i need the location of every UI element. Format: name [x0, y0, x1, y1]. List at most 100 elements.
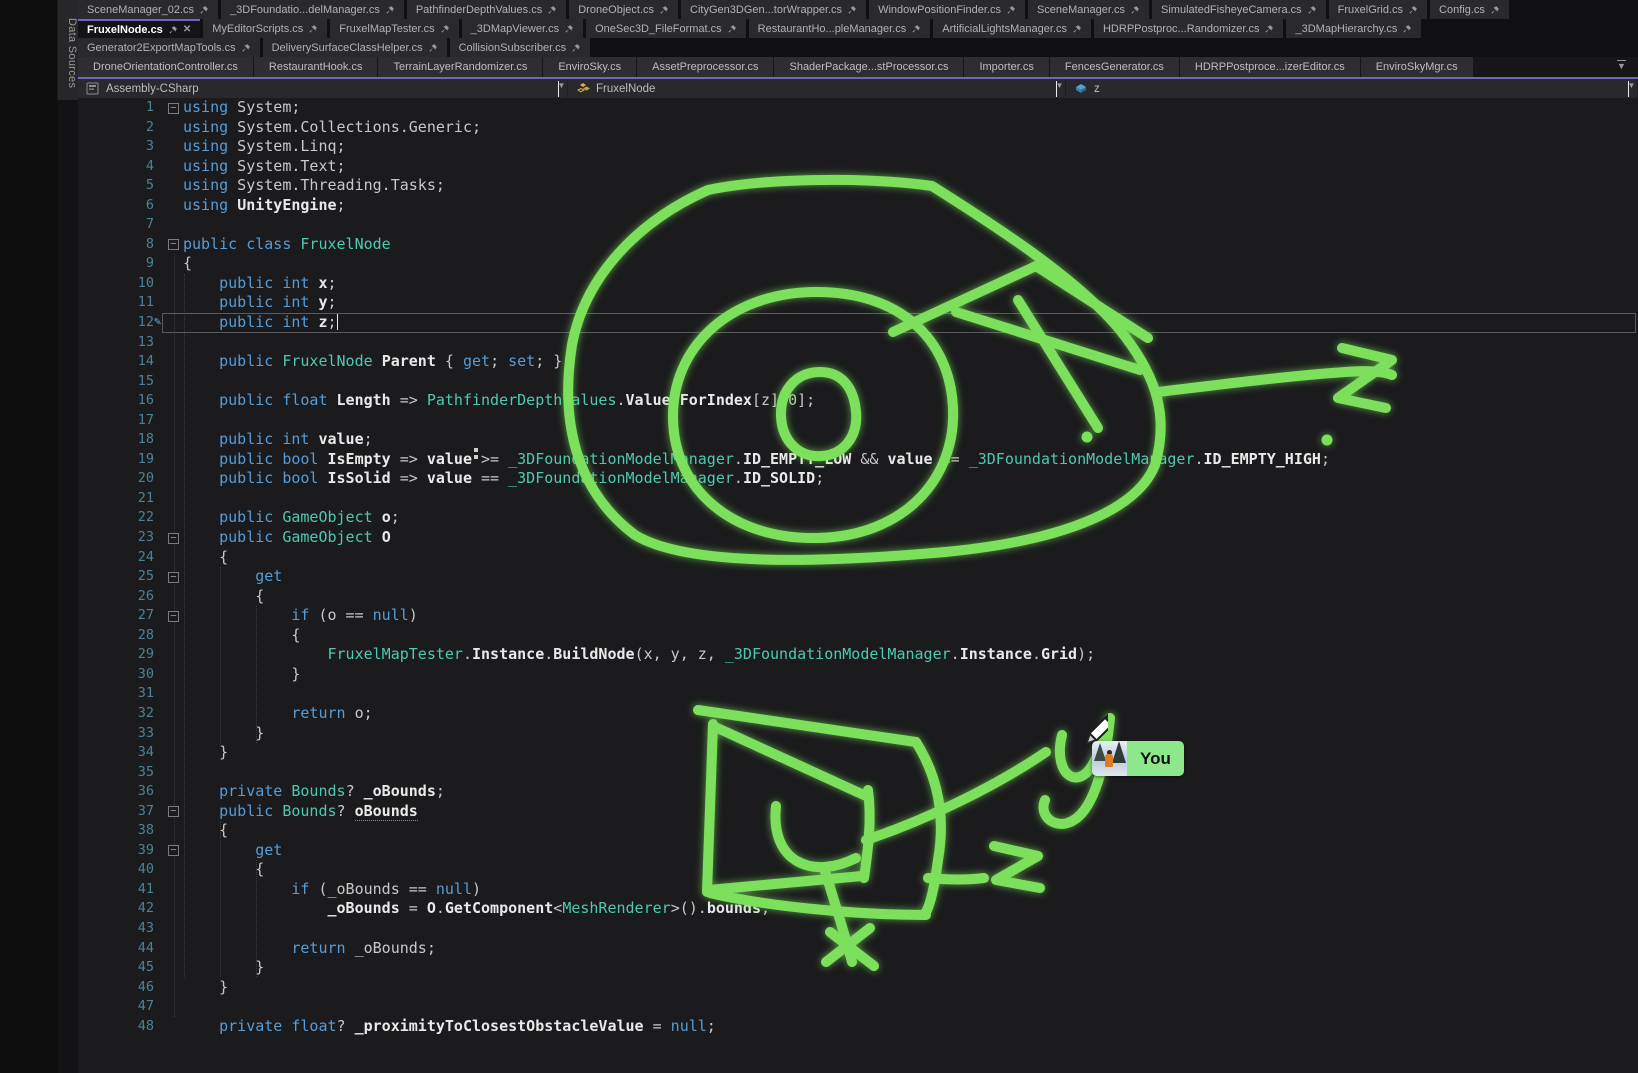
- code-line-21[interactable]: 21: [78, 489, 1638, 509]
- code-line-45[interactable]: 45 }: [78, 958, 1638, 978]
- code-line-46[interactable]: 46 }: [78, 978, 1638, 998]
- pin-icon[interactable]: [547, 5, 557, 15]
- fold-collapse-icon[interactable]: –: [168, 572, 179, 583]
- navbar-project-dropdown[interactable]: Assembly-CSharp ▼: [78, 79, 568, 98]
- tab-scenemanager-02-cs[interactable]: SceneManager_02.cs: [78, 0, 218, 19]
- tab-assetpreprocessor-cs[interactable]: AssetPreprocessor.cs: [637, 57, 773, 77]
- code-line-41[interactable]: 41 if (_oBounds == null): [78, 880, 1638, 900]
- tab-restauranthook-cs[interactable]: RestaurantHook.cs: [254, 57, 378, 77]
- code-line-32[interactable]: 32 return o;: [78, 704, 1638, 724]
- code-line-48[interactable]: 48 private float? _proximityToClosestObs…: [78, 1017, 1638, 1037]
- code-line-11[interactable]: 11 public int y;: [78, 293, 1638, 313]
- code-line-8[interactable]: 8–public class FruxelNode: [78, 235, 1638, 255]
- pin-icon[interactable]: [241, 43, 251, 53]
- code-line-44[interactable]: 44 return _oBounds;: [78, 939, 1638, 959]
- fold-collapse-icon[interactable]: –: [168, 845, 179, 856]
- code-line-18[interactable]: 18 public int value;: [78, 430, 1638, 450]
- tab-droneobject-cs[interactable]: DroneObject.cs: [569, 0, 678, 19]
- code-line-33[interactable]: 33 }: [78, 724, 1638, 744]
- tab--3dmapviewer-cs[interactable]: _3DMapViewer.cs: [462, 19, 583, 38]
- fold-collapse-icon[interactable]: –: [168, 239, 179, 250]
- pin-icon[interactable]: [385, 5, 395, 15]
- code-line-6[interactable]: 6using UnityEngine;: [78, 196, 1638, 216]
- tab-fruxelmaptester-cs[interactable]: FruxelMapTester.cs: [330, 19, 458, 38]
- tab-terrainlayerrandomizer-cs[interactable]: TerrainLayerRandomizer.cs: [378, 57, 542, 77]
- code-line-43[interactable]: 43: [78, 919, 1638, 939]
- tab-config-cs[interactable]: Config.cs: [1430, 0, 1509, 19]
- pin-icon[interactable]: [168, 25, 178, 35]
- pin-icon[interactable]: [564, 24, 574, 34]
- code-line-2[interactable]: 2using System.Collections.Generic;: [78, 118, 1638, 138]
- pin-icon[interactable]: [847, 5, 857, 15]
- pin-icon[interactable]: [440, 24, 450, 34]
- pin-icon[interactable]: [199, 5, 209, 15]
- tab-artificiallightsmanager-cs[interactable]: ArtificialLightsManager.cs: [933, 19, 1091, 38]
- code-line-22[interactable]: 22 public GameObject o;: [78, 508, 1638, 528]
- code-line-40[interactable]: 40 {: [78, 860, 1638, 880]
- tab-restaurantho-plemanager-cs[interactable]: RestaurantHo...pleManager.cs: [749, 19, 931, 38]
- code-line-15[interactable]: 15: [78, 372, 1638, 392]
- tab-hdrppostproce-izereditor-cs[interactable]: HDRPPostproce...izerEditor.cs: [1180, 57, 1360, 77]
- code-editor[interactable]: 1–using System;2using System.Collections…: [78, 98, 1638, 1073]
- navbar-type-dropdown[interactable]: FruxelNode ▼: [568, 79, 1066, 98]
- tab-shaderpackage-stprocessor-cs[interactable]: ShaderPackage...stProcessor.cs: [774, 57, 963, 77]
- tab-importer-cs[interactable]: Importer.cs: [964, 57, 1048, 77]
- tab-envirosky-cs[interactable]: EnviroSky.cs: [543, 57, 636, 77]
- tab-deliverysurfaceclasshelper-cs[interactable]: DeliverySurfaceClassHelper.cs: [263, 38, 447, 57]
- code-line-19[interactable]: 19 public bool IsEmpty => value >= _3DFo…: [78, 450, 1638, 470]
- tab-onesec3d-fileformat-cs[interactable]: OneSec3D_FileFormat.cs: [586, 19, 746, 38]
- tab-droneorientationcontroller-cs[interactable]: DroneOrientationController.cs: [78, 57, 253, 77]
- tab-scenemanager-cs[interactable]: SceneManager.cs: [1028, 0, 1149, 19]
- tab-fruxelnode-cs[interactable]: FruxelNode.cs✕: [78, 19, 200, 38]
- code-line-3[interactable]: 3using System.Linq;: [78, 137, 1638, 157]
- tab-generator2exportmaptools-cs[interactable]: Generator2ExportMapTools.cs: [78, 38, 260, 57]
- pin-icon[interactable]: [1006, 5, 1016, 15]
- code-line-25[interactable]: 25– get: [78, 567, 1638, 587]
- pin-icon[interactable]: [1490, 5, 1500, 15]
- tab-fencesgenerator-cs[interactable]: FencesGenerator.cs: [1050, 57, 1179, 77]
- close-icon[interactable]: ✕: [183, 24, 191, 35]
- pin-icon[interactable]: [659, 5, 669, 15]
- tab--3dfoundatio-delmanager-cs[interactable]: _3DFoundatio...delManager.cs: [221, 0, 404, 19]
- data-sources-panel-tab[interactable]: Data Sources: [57, 0, 78, 100]
- code-line-34[interactable]: 34 }: [78, 743, 1638, 763]
- code-line-38[interactable]: 38 {: [78, 821, 1638, 841]
- code-line-27[interactable]: 27– if (o == null): [78, 606, 1638, 626]
- code-line-24[interactable]: 24 {: [78, 548, 1638, 568]
- code-line-36[interactable]: 36 private Bounds? _oBounds;: [78, 782, 1638, 802]
- pin-icon[interactable]: [1402, 24, 1412, 34]
- code-line-47[interactable]: 47: [78, 997, 1638, 1017]
- code-line-9[interactable]: 9{: [78, 254, 1638, 274]
- code-line-28[interactable]: 28 {: [78, 626, 1638, 646]
- tab-collisionsubscriber-cs[interactable]: CollisionSubscriber.cs: [450, 38, 591, 57]
- code-line-37[interactable]: 37– public Bounds? oBounds: [78, 802, 1638, 822]
- tab-overflow-button[interactable]: ▼: [1617, 60, 1626, 70]
- code-line-16[interactable]: 16 public float Length => PathfinderDept…: [78, 391, 1638, 411]
- pin-icon[interactable]: [1130, 5, 1140, 15]
- fold-collapse-icon[interactable]: –: [168, 806, 179, 817]
- code-line-26[interactable]: 26 {: [78, 587, 1638, 607]
- pin-icon[interactable]: [428, 43, 438, 53]
- code-line-1[interactable]: 1–using System;: [78, 98, 1638, 118]
- code-line-29[interactable]: 29 FruxelMapTester.Instance.BuildNode(x,…: [78, 645, 1638, 665]
- code-line-31[interactable]: 31: [78, 684, 1638, 704]
- code-line-20[interactable]: 20 public bool IsSolid => value == _3DFo…: [78, 469, 1638, 489]
- tab--3dmaphierarchy-cs[interactable]: _3DMapHierarchy.cs: [1286, 19, 1421, 38]
- code-line-17[interactable]: 17: [78, 411, 1638, 431]
- pin-icon[interactable]: [911, 24, 921, 34]
- tab-enviroskymgr-cs[interactable]: EnviroSkyMgr.cs: [1361, 57, 1473, 77]
- fold-collapse-icon[interactable]: –: [168, 533, 179, 544]
- tab-myeditorscripts-cs[interactable]: MyEditorScripts.cs: [203, 19, 327, 38]
- code-line-4[interactable]: 4using System.Text;: [78, 157, 1638, 177]
- pin-icon[interactable]: [727, 24, 737, 34]
- pin-icon[interactable]: [1307, 5, 1317, 15]
- tab-hdrppostproc-randomizer-cs[interactable]: HDRPPostproc...Randomizer.cs: [1094, 19, 1284, 38]
- pin-icon[interactable]: [308, 24, 318, 34]
- code-line-14[interactable]: 14 public FruxelNode Parent { get; set; …: [78, 352, 1638, 372]
- tab-citygen3dgen-torwrapper-cs[interactable]: CityGen3DGen...torWrapper.cs: [681, 0, 866, 19]
- code-line-35[interactable]: 35: [78, 763, 1638, 783]
- fold-collapse-icon[interactable]: –: [168, 103, 179, 114]
- code-line-23[interactable]: 23– public GameObject O: [78, 528, 1638, 548]
- code-line-10[interactable]: 10 public int x;: [78, 274, 1638, 294]
- code-line-12[interactable]: 12✎ public int z;: [78, 313, 1638, 333]
